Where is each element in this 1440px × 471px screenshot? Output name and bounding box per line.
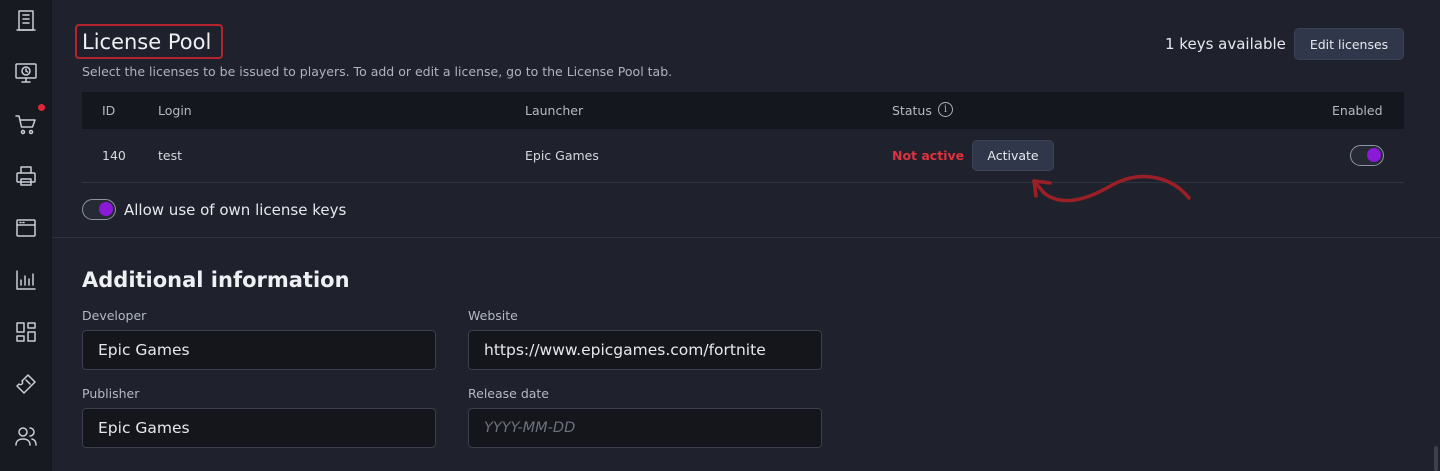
sidebar bbox=[0, 0, 52, 471]
status-badge: Not active bbox=[892, 148, 965, 163]
own-keys-toggle[interactable] bbox=[82, 199, 116, 220]
info-icon[interactable]: i bbox=[938, 102, 953, 117]
own-keys-label: Allow use of own license keys bbox=[124, 201, 347, 219]
release-date-field[interactable]: YYYY-MM-DD bbox=[468, 408, 822, 448]
row-login: test bbox=[158, 148, 183, 163]
printer-icon[interactable] bbox=[13, 163, 39, 189]
column-enabled: Enabled bbox=[1332, 103, 1383, 118]
release-date-label: Release date bbox=[468, 386, 549, 401]
column-launcher: Launcher bbox=[525, 103, 584, 118]
toggle-knob bbox=[99, 202, 113, 216]
main-content: License Pool Select the licenses to be i… bbox=[52, 0, 1440, 471]
license-pool-subtitle: Select the licenses to be issued to play… bbox=[82, 64, 673, 79]
additional-info-title: Additional information bbox=[82, 268, 350, 292]
column-id: ID bbox=[102, 103, 116, 118]
column-login: Login bbox=[158, 103, 192, 118]
annotation-arrow bbox=[1032, 174, 1191, 203]
section-divider bbox=[52, 237, 1440, 238]
scrollbar[interactable] bbox=[1434, 446, 1438, 471]
cart-icon[interactable] bbox=[13, 111, 39, 137]
publisher-label: Publisher bbox=[82, 386, 140, 401]
publisher-field[interactable]: Epic Games bbox=[82, 408, 436, 448]
keys-available-count: 1 keys available bbox=[1165, 35, 1286, 53]
developer-label: Developer bbox=[82, 308, 147, 323]
monitor-icon[interactable] bbox=[13, 59, 39, 85]
row-id: 140 bbox=[102, 148, 126, 163]
chart-icon[interactable] bbox=[13, 267, 39, 293]
window-icon[interactable] bbox=[13, 215, 39, 241]
developer-field[interactable]: Epic Games bbox=[82, 330, 436, 370]
license-table-header: ID Login Launcher Status i Enabled bbox=[82, 92, 1404, 129]
row-launcher: Epic Games bbox=[525, 148, 599, 163]
notification-dot bbox=[38, 104, 45, 111]
website-label: Website bbox=[468, 308, 518, 323]
dashboard-icon[interactable] bbox=[13, 319, 39, 345]
ticket-icon[interactable] bbox=[13, 371, 39, 397]
website-field[interactable]: https://www.epicgames.com/fortnite bbox=[468, 330, 822, 370]
license-pool-title: License Pool bbox=[82, 30, 212, 54]
users-icon[interactable] bbox=[13, 423, 39, 449]
edit-licenses-button[interactable]: Edit licenses bbox=[1294, 28, 1404, 60]
building-icon[interactable] bbox=[13, 7, 39, 33]
toggle-knob bbox=[1367, 148, 1381, 162]
table-row: 140 test Epic Games Not active Activate bbox=[82, 129, 1404, 183]
column-status: Status bbox=[892, 103, 932, 118]
enabled-toggle[interactable] bbox=[1350, 145, 1384, 166]
